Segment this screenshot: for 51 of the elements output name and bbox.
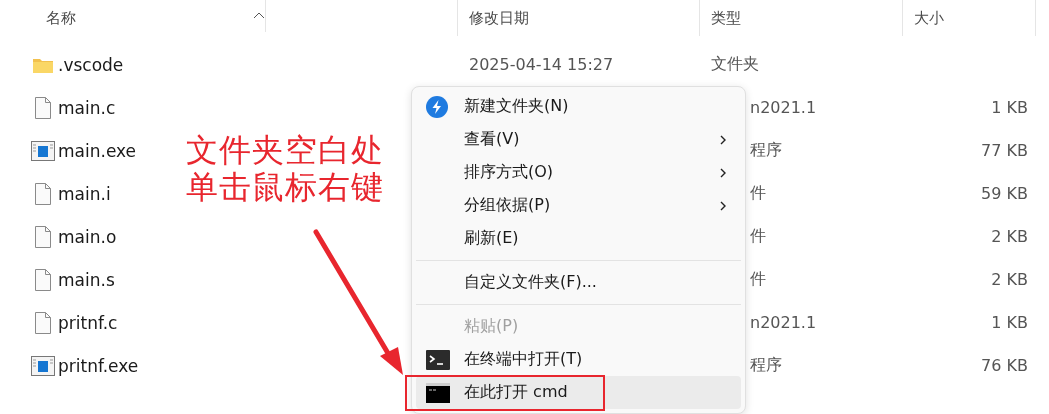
type-cell-text: n2021.1 bbox=[749, 98, 818, 117]
terminal-icon bbox=[426, 349, 450, 370]
document-icon bbox=[34, 182, 52, 205]
document-icon bbox=[34, 225, 52, 248]
size-cell: 2 KB bbox=[991, 270, 1028, 289]
type-cell-text: 件 bbox=[749, 269, 767, 290]
size-cell: 59 KB bbox=[981, 184, 1028, 203]
type-cell-text: 程序 bbox=[749, 140, 783, 161]
type-cell-text: 文件夹 bbox=[710, 54, 760, 75]
date-cell: 2025-04-14 15:27 bbox=[469, 55, 614, 74]
chevron-icon bbox=[719, 167, 727, 179]
document-icon bbox=[34, 311, 52, 334]
chevron-icon bbox=[719, 134, 727, 146]
lightning-icon bbox=[426, 95, 448, 118]
column-header[interactable]: 修改日期 bbox=[458, 0, 700, 36]
size-cell: 77 KB bbox=[981, 141, 1028, 160]
column-header[interactable]: 大小 bbox=[903, 0, 1036, 36]
type-cell-text: 件 bbox=[749, 226, 767, 247]
file-name[interactable]: main.s bbox=[58, 269, 115, 290]
program-icon bbox=[31, 140, 55, 161]
type-cell-text: 程序 bbox=[749, 355, 783, 376]
column-header[interactable]: 类型 bbox=[700, 0, 903, 36]
file-name[interactable]: main.c bbox=[58, 97, 116, 118]
size-cell: 1 KB bbox=[991, 313, 1028, 332]
column-header[interactable]: 名称 bbox=[0, 0, 458, 36]
size-cell: 2 KB bbox=[991, 227, 1028, 246]
size-cell: 1 KB bbox=[991, 98, 1028, 117]
menu-item[interactable]: 查看(V) bbox=[416, 123, 741, 156]
annotation-text: 文件夹空白处 单击鼠标右键 bbox=[186, 132, 384, 206]
file-name[interactable]: main.i bbox=[58, 183, 111, 204]
file-name[interactable]: pritnf.c bbox=[58, 312, 118, 333]
file-name[interactable]: .vscode bbox=[58, 54, 124, 75]
file-name[interactable]: pritnf.exe bbox=[58, 355, 139, 376]
type-cell-text: n2021.1 bbox=[749, 313, 818, 332]
type-cell-text: 件 bbox=[749, 183, 767, 204]
menu-item[interactable]: 自定义文件夹(F)... bbox=[416, 266, 741, 299]
menu-item[interactable]: 分组依据(P) bbox=[416, 189, 741, 222]
sort-icon bbox=[253, 11, 265, 19]
chevron-icon bbox=[719, 200, 727, 212]
menu-item[interactable]: 新建文件夹(N) bbox=[416, 90, 741, 123]
size-cell: 76 KB bbox=[981, 356, 1028, 375]
menu-item[interactable]: 在此打开 cmd bbox=[416, 376, 741, 409]
menu-item[interactable]: 排序方式(O) bbox=[416, 156, 741, 189]
console-icon bbox=[426, 382, 450, 403]
file-name[interactable]: main.exe bbox=[58, 140, 137, 161]
document-icon bbox=[34, 96, 52, 119]
file-name[interactable]: main.o bbox=[58, 226, 117, 247]
menu-item[interactable]: 在终端中打开(T) bbox=[416, 343, 741, 376]
menu-item[interactable]: 刷新(E) bbox=[416, 222, 741, 255]
program-icon bbox=[31, 355, 55, 376]
document-icon bbox=[34, 268, 52, 291]
